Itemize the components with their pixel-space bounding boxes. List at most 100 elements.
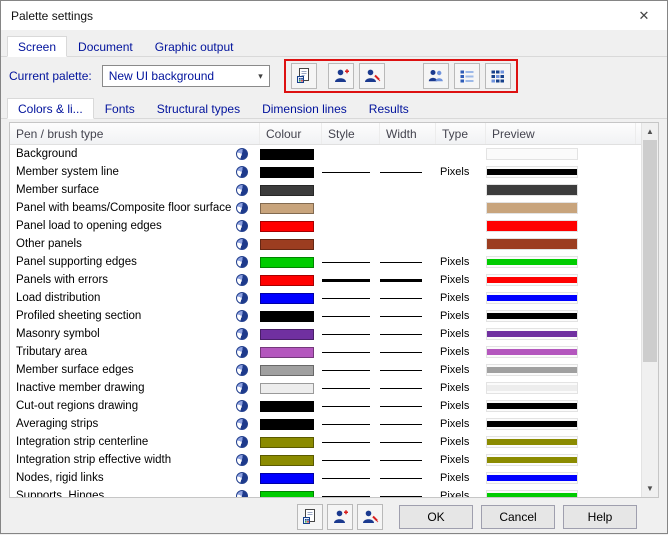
type-cell[interactable]: Pixels: [436, 490, 486, 497]
table-row[interactable]: Supports, Hinges Pixels: [10, 487, 641, 497]
table-row[interactable]: Panel with beams/Composite floor surface: [10, 199, 641, 217]
width-cell[interactable]: [380, 424, 436, 425]
scrollbar-thumb[interactable]: [643, 140, 657, 362]
width-cell[interactable]: [380, 442, 436, 443]
color-swatch[interactable]: [260, 149, 314, 160]
width-cell[interactable]: [380, 298, 436, 299]
help-button[interactable]: Help: [563, 505, 637, 529]
style-cell[interactable]: [322, 460, 380, 461]
color-swatch[interactable]: [260, 293, 314, 304]
width-cell[interactable]: [380, 478, 436, 479]
table-row[interactable]: Other panels: [10, 235, 641, 253]
style-cell[interactable]: [322, 334, 380, 335]
style-cell[interactable]: [322, 316, 380, 317]
edit-user-palette-button[interactable]: [359, 63, 385, 89]
table-row[interactable]: Background: [10, 145, 641, 163]
style-cell[interactable]: [322, 424, 380, 425]
color-swatch[interactable]: [260, 203, 314, 214]
ok-button[interactable]: OK: [399, 505, 473, 529]
style-cell[interactable]: [322, 262, 380, 263]
color-swatch[interactable]: [260, 239, 314, 250]
palette-dropdown[interactable]: New UI background ▾: [102, 65, 270, 87]
style-cell[interactable]: [322, 478, 380, 479]
color-swatch[interactable]: [260, 185, 314, 196]
tab-screen[interactable]: Screen: [7, 36, 67, 57]
table-row[interactable]: Member system line Pixels: [10, 163, 641, 181]
table-row[interactable]: Cut-out regions drawing Pixels: [10, 397, 641, 415]
color-swatch[interactable]: [260, 347, 314, 358]
style-cell[interactable]: [322, 496, 380, 497]
style-cell[interactable]: [322, 406, 380, 407]
type-cell[interactable]: Pixels: [436, 256, 486, 268]
save-user-palette-button[interactable]: [328, 63, 354, 89]
color-swatch[interactable]: [260, 473, 314, 484]
type-cell[interactable]: Pixels: [436, 454, 486, 466]
table-row[interactable]: Profiled sheeting section Pixels: [10, 307, 641, 325]
width-cell[interactable]: [380, 460, 436, 461]
subtab-dimension-lines[interactable]: Dimension lines: [251, 98, 358, 119]
width-cell[interactable]: [380, 172, 436, 173]
type-cell[interactable]: Pixels: [436, 346, 486, 358]
table-row[interactable]: Inactive member drawing Pixels: [10, 379, 641, 397]
table-row[interactable]: Member surface: [10, 181, 641, 199]
table-row[interactable]: Averaging strips Pixels: [10, 415, 641, 433]
width-cell[interactable]: [380, 388, 436, 389]
table-row[interactable]: Integration strip effective width Pixels: [10, 451, 641, 469]
style-cell[interactable]: [322, 172, 380, 173]
table-row[interactable]: Masonry symbol Pixels: [10, 325, 641, 343]
color-swatch[interactable]: [260, 401, 314, 412]
width-cell[interactable]: [380, 370, 436, 371]
width-cell[interactable]: [380, 406, 436, 407]
type-cell[interactable]: Pixels: [436, 292, 486, 304]
palette-list-view-button[interactable]: [454, 63, 480, 89]
table-row[interactable]: Panels with errors Pixels: [10, 271, 641, 289]
color-swatch[interactable]: [260, 419, 314, 430]
subtab-colors-lines[interactable]: Colors & li...: [7, 98, 94, 119]
color-swatch[interactable]: [260, 275, 314, 286]
vertical-scrollbar[interactable]: ▲ ▼: [641, 123, 658, 497]
type-cell[interactable]: Pixels: [436, 400, 486, 412]
table-row[interactable]: Member surface edges Pixels: [10, 361, 641, 379]
color-swatch[interactable]: [260, 383, 314, 394]
table-row[interactable]: Panel supporting edges Pixels: [10, 253, 641, 271]
table-row[interactable]: Tributary area Pixels: [10, 343, 641, 361]
color-swatch[interactable]: [260, 311, 314, 322]
close-button[interactable]: ✕: [621, 1, 667, 30]
type-cell[interactable]: Pixels: [436, 310, 486, 322]
color-swatch[interactable]: [260, 365, 314, 376]
table-row[interactable]: Integration strip centerline Pixels: [10, 433, 641, 451]
scroll-down-icon[interactable]: ▼: [642, 480, 658, 497]
style-cell[interactable]: [322, 279, 380, 282]
style-cell[interactable]: [322, 370, 380, 371]
width-cell[interactable]: [380, 352, 436, 353]
type-cell[interactable]: Pixels: [436, 472, 486, 484]
type-cell[interactable]: Pixels: [436, 274, 486, 286]
color-swatch[interactable]: [260, 257, 314, 268]
type-cell[interactable]: Pixels: [436, 382, 486, 394]
type-cell[interactable]: Pixels: [436, 328, 486, 340]
table-row[interactable]: Nodes, rigid links Pixels: [10, 469, 641, 487]
width-cell[interactable]: [380, 279, 436, 282]
subtab-results[interactable]: Results: [358, 98, 420, 119]
table-row[interactable]: Load distribution Pixels: [10, 289, 641, 307]
type-cell[interactable]: Pixels: [436, 166, 486, 178]
style-cell[interactable]: [322, 352, 380, 353]
color-swatch[interactable]: [260, 329, 314, 340]
width-cell[interactable]: [380, 316, 436, 317]
style-cell[interactable]: [322, 388, 380, 389]
scroll-up-icon[interactable]: ▲: [642, 123, 658, 140]
palette-details-view-button[interactable]: [485, 63, 511, 89]
type-cell[interactable]: Pixels: [436, 418, 486, 430]
type-cell[interactable]: Pixels: [436, 364, 486, 376]
subtab-structural-types[interactable]: Structural types: [146, 98, 251, 119]
subtab-fonts[interactable]: Fonts: [94, 98, 146, 119]
cancel-button[interactable]: Cancel: [481, 505, 555, 529]
footer-edit-user-palette-button[interactable]: [357, 504, 383, 530]
color-swatch[interactable]: [260, 221, 314, 232]
table-row[interactable]: Panel load to opening edges: [10, 217, 641, 235]
footer-save-user-palette-button[interactable]: [327, 504, 353, 530]
color-swatch[interactable]: [260, 491, 314, 498]
color-swatch[interactable]: [260, 455, 314, 466]
width-cell[interactable]: [380, 496, 436, 497]
tab-graphic-output[interactable]: Graphic output: [144, 36, 245, 57]
